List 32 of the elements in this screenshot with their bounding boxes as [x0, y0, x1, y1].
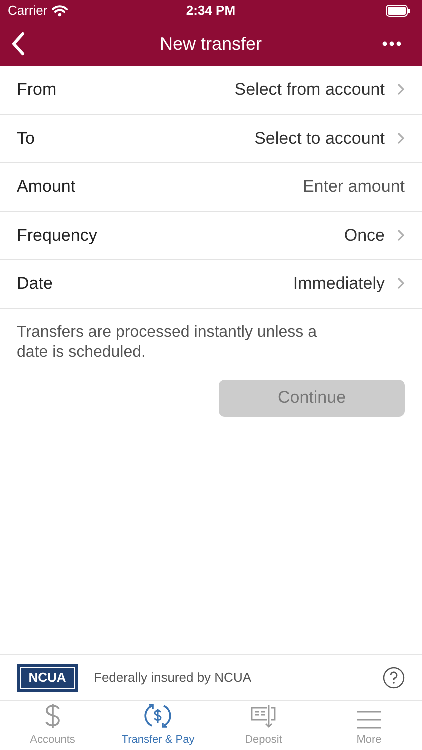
carrier-label: Carrier	[8, 2, 48, 20]
menu-icon	[356, 710, 382, 730]
field-label: Date	[17, 273, 53, 295]
tab-bar-item[interactable]: More	[316, 701, 422, 750]
account-selector[interactable]: Once	[344, 222, 405, 248]
chevron-icon	[397, 132, 405, 145]
battery-icon	[386, 5, 410, 17]
insurance-text: Federally insured by NCUA	[94, 668, 252, 687]
transfer-money-icon	[144, 702, 172, 730]
back-icon[interactable]	[12, 32, 26, 56]
tab-bar-item[interactable]: Accounts	[0, 701, 106, 750]
field-label: Frequency	[17, 224, 98, 246]
logo-text: NCUA	[28, 668, 66, 687]
chevron-icon	[397, 83, 405, 96]
screen-title: New transfer	[160, 32, 262, 56]
account-selector[interactable]: Select to account	[254, 126, 405, 151]
field-label: Amount	[17, 176, 76, 198]
amount-input[interactable]: Enter amount	[205, 174, 405, 200]
more-options-icon[interactable]	[382, 41, 402, 47]
check-deposit-icon	[250, 704, 278, 730]
tab-bar-item[interactable]: Deposit	[211, 701, 316, 750]
account-selector[interactable]: Immediately	[293, 271, 405, 296]
help-icon[interactable]	[383, 666, 405, 688]
wifi-icon	[52, 5, 68, 17]
account-selector[interactable]: Select from account	[234, 77, 405, 102]
field-label: From	[17, 79, 57, 101]
field-label: To	[17, 128, 35, 150]
chevron-icon	[397, 277, 405, 290]
clock-time: 2:34 PM	[186, 2, 236, 20]
info-note: Transfers are processed instantly unless a date is scheduled.	[16, 322, 318, 362]
chevron-icon	[397, 228, 405, 242]
tab-bar-item[interactable]: Transfer & Pay	[106, 701, 211, 750]
